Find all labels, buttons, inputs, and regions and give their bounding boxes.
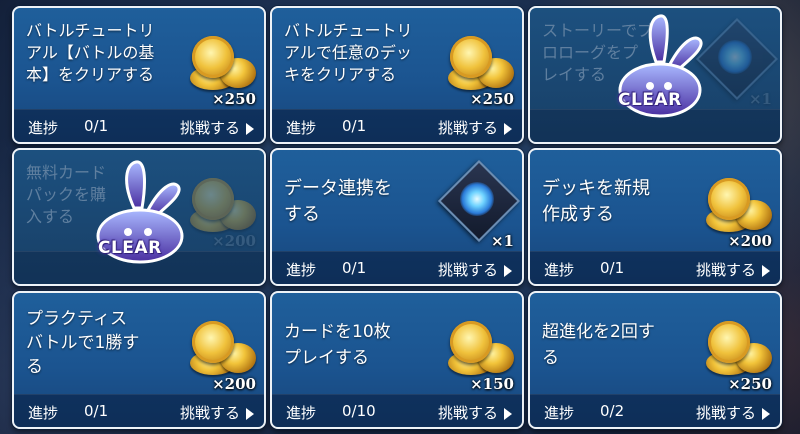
progress-value: 0/1 — [84, 117, 109, 135]
progress-value: 0/10 — [342, 402, 376, 420]
progress-label: 進捗 — [286, 119, 317, 137]
mission-title: カードを10枚 プレイする — [284, 322, 391, 368]
mission-footer: 進捗 0/10 挑戦する — [272, 394, 522, 427]
clear-label: CLEAR — [618, 90, 682, 110]
mission-card[interactable]: データ連携を する ×1 進捗 0/1 挑戦する — [270, 148, 524, 286]
coin-icon — [442, 32, 514, 98]
mission-title: 超進化を2回す る — [542, 322, 655, 368]
play-arrow-icon — [762, 407, 770, 420]
challenge-label: 挑戦する — [695, 404, 756, 422]
challenge-button[interactable]: 挑戦する — [438, 402, 512, 423]
mission-footer: 進捗 0/1 挑戦する — [530, 251, 780, 284]
mission-title: バトルチュートリ アル【バトルの基 本】をクリアする — [26, 21, 155, 84]
progress-label: 進捗 — [28, 404, 59, 422]
challenge-button[interactable]: 挑戦する — [438, 117, 512, 138]
reward-quantity: ×200 — [212, 375, 256, 393]
challenge-label: 挑戦する — [695, 261, 756, 279]
challenge-button[interactable]: 挑戦する — [180, 402, 254, 423]
mission-title: デッキを新規 作成する — [542, 178, 650, 225]
progress-label: 進捗 — [544, 404, 575, 422]
mission-card[interactable]: プラクティス バトルで1勝す る ×200 進捗 0/1 挑戦する — [12, 291, 266, 429]
progress-value: 0/1 — [342, 259, 367, 277]
reward-quantity: ×250 — [212, 90, 256, 108]
mission-card[interactable]: バトルチュートリ アルで任意のデッ キをクリアする ×250 進捗 0/1 挑戦… — [270, 6, 524, 144]
mission-card[interactable]: カードを10枚 プレイする ×150 進捗 0/10 挑戦する — [270, 291, 524, 429]
reward-quantity: ×1 — [748, 90, 772, 108]
mission-card[interactable]: 超進化を2回す る ×250 進捗 0/2 挑戦する — [528, 291, 782, 429]
mission-card[interactable]: デッキを新規 作成する ×200 進捗 0/1 挑戦する — [528, 148, 782, 286]
mission-title: プラクティス バトルで1勝す る — [26, 309, 140, 377]
challenge-label: 挑戦する — [179, 404, 240, 422]
reward-quantity: ×150 — [470, 375, 514, 393]
mission-footer: 進捗 0/1 挑戦する — [14, 109, 264, 142]
progress-label: 進捗 — [286, 404, 317, 422]
reward-quantity: ×250 — [470, 90, 514, 108]
mission-card-cleared: ストーリーでプ ロローグをプ レイする ×1 CLEAR — [528, 6, 782, 144]
mission-card[interactable]: バトルチュートリ アル【バトルの基 本】をクリアする ×250 進捗 0/1 挑… — [12, 6, 266, 144]
challenge-label: 挑戦する — [437, 261, 498, 279]
challenge-label: 挑戦する — [437, 404, 498, 422]
challenge-button[interactable]: 挑戦する — [696, 259, 770, 280]
reward-coins: ×250 — [690, 315, 772, 395]
clear-label: CLEAR — [98, 238, 162, 258]
reward-gem: ×1 — [432, 159, 521, 252]
reward-coins: ×250 — [432, 30, 514, 110]
mission-title: データ連携を する — [284, 178, 392, 225]
reward-quantity: ×1 — [490, 232, 514, 250]
coin-icon — [442, 317, 514, 383]
challenge-button[interactable]: 挑戦する — [696, 402, 770, 423]
reward-coins: ×150 — [432, 315, 514, 395]
mission-title: バトルチュートリ アルで任意のデッ キをクリアする — [284, 21, 413, 84]
reward-quantity: ×200 — [728, 232, 772, 250]
progress-value: 0/1 — [600, 259, 625, 277]
play-arrow-icon — [246, 122, 254, 135]
challenge-label: 挑戦する — [437, 119, 498, 137]
progress-value: 0/1 — [84, 402, 109, 420]
play-arrow-icon — [762, 264, 770, 277]
progress-value: 0/2 — [600, 402, 625, 420]
reward-coins: ×250 — [174, 30, 256, 110]
clear-badge: CLEAR — [586, 14, 726, 134]
challenge-label: 挑戦する — [179, 119, 240, 137]
coin-icon — [700, 174, 772, 240]
play-arrow-icon — [504, 264, 512, 277]
mission-footer: 進捗 0/2 挑戦する — [530, 394, 780, 427]
mission-footer: 進捗 0/1 挑戦する — [14, 394, 264, 427]
mission-footer: 進捗 0/1 挑戦する — [272, 251, 522, 284]
play-arrow-icon — [504, 407, 512, 420]
play-arrow-icon — [504, 122, 512, 135]
play-arrow-icon — [246, 407, 254, 420]
coin-icon — [700, 317, 772, 383]
coin-icon — [184, 32, 256, 98]
reward-coins: ×200 — [690, 172, 772, 252]
progress-label: 進捗 — [286, 261, 317, 279]
reward-coins: ×200 — [174, 315, 256, 395]
challenge-button[interactable]: 挑戦する — [180, 117, 254, 138]
coin-icon — [184, 317, 256, 383]
reward-quantity: ×200 — [212, 232, 256, 250]
progress-value: 0/1 — [342, 117, 367, 135]
challenge-button[interactable]: 挑戦する — [438, 259, 512, 280]
reward-quantity: ×250 — [728, 375, 772, 393]
clear-badge: CLEAR — [72, 158, 212, 278]
progress-label: 進捗 — [544, 261, 575, 279]
mission-card-cleared: 無料カード パックを購 入する ×200 CLEAR — [12, 148, 266, 286]
mission-footer: 進捗 0/1 挑戦する — [272, 109, 522, 142]
progress-label: 進捗 — [28, 119, 59, 137]
